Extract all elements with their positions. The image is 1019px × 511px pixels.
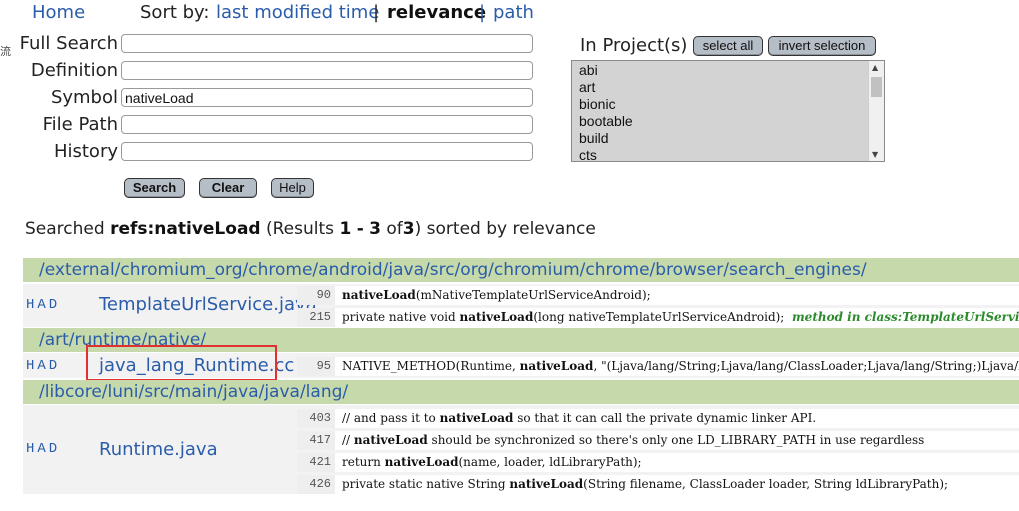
project-list-scrollbar[interactable]: ▲ ▼ xyxy=(868,61,884,161)
results-summary: Searched refs:nativeLoad (Results 1 - 3 … xyxy=(25,219,596,239)
top-nav: Home Sort by: last modified time | relev… xyxy=(32,2,592,26)
code-post: (name, loader, ldLibraryPath); xyxy=(458,455,642,469)
clear-button[interactable]: Clear xyxy=(199,178,257,198)
summary-suffix: ) sorted by relevance xyxy=(414,219,596,239)
definition-input[interactable] xyxy=(121,61,533,80)
code-line: 403 // and pass it to nativeLoad so that… xyxy=(297,409,1019,428)
had-links[interactable]: HAD xyxy=(26,441,60,457)
definition-label: Definition xyxy=(30,60,118,81)
project-item-bootable[interactable]: bootable xyxy=(579,113,633,130)
result-dir-link[interactable]: /libcore/luni/src/main/java/java/lang/ xyxy=(23,380,1019,404)
had-links[interactable]: HAD xyxy=(26,297,60,313)
code-line-text[interactable]: private static native String nativeLoad(… xyxy=(342,475,948,494)
code-hit: nativeLoad xyxy=(509,477,584,491)
code-line: 90 nativeLoad(mNativeTemplateUrlServiceA… xyxy=(297,286,1019,305)
code-hit: nativeLoad xyxy=(342,288,416,302)
summary-from: 1 xyxy=(339,219,352,239)
code-hit: nativeLoad xyxy=(353,433,428,447)
in-projects-label: In Project(s) xyxy=(580,35,688,56)
result-file-link[interactable]: Runtime.java xyxy=(99,439,218,460)
code-pre: private native void xyxy=(342,310,460,324)
line-number-link[interactable]: 90 xyxy=(297,286,335,305)
code-post: (long nativeTemplateUrlServiceAndroid); xyxy=(533,310,792,324)
scroll-up-arrow-icon[interactable]: ▲ xyxy=(872,63,878,72)
select-all-button[interactable]: select all xyxy=(693,36,763,56)
help-button[interactable]: Help xyxy=(271,178,314,198)
code-line: 215 private native void nativeLoad(long … xyxy=(297,308,1019,327)
code-line: 426 private static native String nativeL… xyxy=(297,475,1019,494)
sort-separator: | xyxy=(479,2,486,23)
sort-by-label: Sort by: xyxy=(140,2,210,23)
project-item-build[interactable]: build xyxy=(579,130,609,147)
project-list[interactable]: abi art bionic bootable build cts ▲ ▼ xyxy=(571,60,885,162)
full-search-label: Full Search xyxy=(19,33,118,54)
line-number-link[interactable]: 215 xyxy=(297,308,335,327)
code-line-text[interactable]: // and pass it to nativeLoad so that it … xyxy=(342,409,816,428)
file-path-input[interactable] xyxy=(121,115,533,134)
result-dir-link[interactable]: /external/chromium_org/chrome/android/ja… xyxy=(23,258,1019,282)
code-pre: // xyxy=(342,433,354,447)
code-post: (mNativeTemplateUrlServiceAndroid); xyxy=(415,288,651,302)
code-pre: // and pass it to xyxy=(342,411,440,425)
code-line-text[interactable]: // nativeLoad should be synchronized so … xyxy=(342,431,924,450)
summary-of: of xyxy=(386,219,403,239)
symbol-label: Symbol xyxy=(50,87,118,108)
project-item-bionic[interactable]: bionic xyxy=(579,96,616,113)
file-path-label: File Path xyxy=(42,114,118,135)
line-number-link[interactable]: 426 xyxy=(297,475,335,494)
code-line: 417 // nativeLoad should be synchronized… xyxy=(297,431,1019,450)
history-input[interactable] xyxy=(121,142,533,161)
code-hit: nativeLoad xyxy=(439,411,514,425)
project-item-cts[interactable]: cts xyxy=(579,147,597,161)
code-line-text[interactable]: return nativeLoad(name, loader, ldLibrar… xyxy=(342,453,642,472)
project-item-abi[interactable]: abi xyxy=(579,62,598,79)
code-post: so that it can call the private dynamic … xyxy=(513,411,817,425)
scroll-down-arrow-icon[interactable]: ▼ xyxy=(872,150,878,159)
summary-dash: - xyxy=(356,219,364,239)
code-post: should be synchronized so there's only o… xyxy=(427,433,925,447)
code-post: (String filename, ClassLoader loader, St… xyxy=(583,477,949,491)
search-button[interactable]: Search xyxy=(124,178,185,198)
code-hit: nativeLoad xyxy=(384,455,459,469)
invert-selection-button[interactable]: invert selection xyxy=(768,36,876,56)
line-number-link[interactable]: 421 xyxy=(297,453,335,472)
sort-separator: | xyxy=(373,2,380,23)
highlight-annotation-box xyxy=(86,345,277,381)
project-item-art[interactable]: art xyxy=(579,79,595,96)
code-line-text[interactable]: nativeLoad(mNativeTemplateUrlServiceAndr… xyxy=(342,286,651,305)
code-hit: nativeLoad xyxy=(459,310,534,324)
method-scope-label: method in class:TemplateUrlService xyxy=(791,310,1019,324)
code-hit: nativeLoad xyxy=(519,359,594,373)
sort-path-link[interactable]: path xyxy=(493,2,534,23)
sort-last-modified-link[interactable]: last modified time xyxy=(216,2,379,23)
summary-to: 3 xyxy=(369,219,381,239)
code-pre: return xyxy=(342,455,385,469)
summary-results-open: (Results xyxy=(266,219,335,239)
full-search-input[interactable] xyxy=(121,34,533,53)
code-line-text[interactable]: private native void nativeLoad(long nati… xyxy=(342,308,1019,327)
line-number-link[interactable]: 403 xyxy=(297,409,335,428)
had-links[interactable]: HAD xyxy=(26,358,60,374)
code-line: 421 return nativeLoad(name, loader, ldLi… xyxy=(297,453,1019,472)
summary-prefix: Searched xyxy=(25,219,105,239)
line-number-link[interactable]: 417 xyxy=(297,431,335,450)
code-line-text[interactable]: NATIVE_METHOD(Runtime, nativeLoad, "(Lja… xyxy=(342,357,1019,376)
code-line: 95 NATIVE_METHOD(Runtime, nativeLoad, "(… xyxy=(297,357,1019,376)
scroll-thumb[interactable] xyxy=(871,77,882,97)
symbol-input[interactable]: nativeLoad xyxy=(121,88,533,107)
summary-total: 3 xyxy=(402,219,415,239)
home-link[interactable]: Home xyxy=(32,2,85,23)
history-label: History xyxy=(53,141,118,162)
code-post: , "(Ljava/lang/String;Ljava/lang/ClassLo… xyxy=(593,359,1019,373)
sort-relevance-current: relevance xyxy=(387,2,487,23)
code-pre: private static native String xyxy=(342,477,510,491)
summary-query: refs:nativeLoad xyxy=(110,219,261,239)
line-number-link[interactable]: 95 xyxy=(297,357,335,376)
result-file-link[interactable]: TemplateUrlService.java xyxy=(99,294,317,315)
code-pre: NATIVE_METHOD(Runtime, xyxy=(342,359,520,373)
